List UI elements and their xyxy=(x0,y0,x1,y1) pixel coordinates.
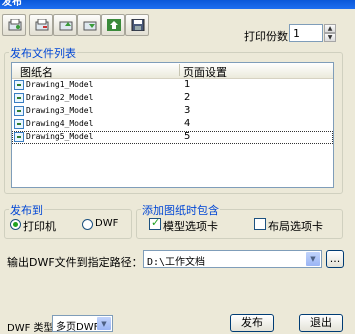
publish-button[interactable]: 发布 xyxy=(230,314,274,332)
save-list-icon xyxy=(131,19,145,31)
table-row[interactable]: Drawing4_Model 4 xyxy=(12,118,333,131)
table-row-selected[interactable]: Drawing5_Model 5 xyxy=(12,131,333,144)
dwf-type-value: 多页DWF xyxy=(56,322,100,333)
spin-down-icon[interactable]: ▼ xyxy=(324,33,336,42)
row-sheet-name: Drawing4_Model xyxy=(26,119,94,128)
radio-printer-label[interactable]: 打印机 xyxy=(23,218,56,234)
load-list-icon xyxy=(107,19,121,31)
browse-button[interactable]: ... xyxy=(326,250,344,268)
publish-list[interactable]: 图纸名 页面设置 Drawing1_Model 1 Drawing2_Model… xyxy=(11,62,334,188)
remove-drawing-button[interactable] xyxy=(29,14,53,36)
add-drawing-button[interactable] xyxy=(2,14,26,36)
row-page-setup: 1 xyxy=(184,79,191,90)
checkmark-icon: ✓ xyxy=(151,216,161,229)
radio-dwf-label[interactable]: DWF xyxy=(95,218,118,229)
radio-printer[interactable] xyxy=(10,219,21,230)
layout-tab-label[interactable]: 布局选项卡 xyxy=(268,218,323,234)
move-up-button[interactable] xyxy=(53,14,77,36)
row-page-setup: 2 xyxy=(184,92,191,103)
remove-drawing-icon xyxy=(35,19,49,31)
drawing-file-icon xyxy=(14,93,24,103)
drawing-file-icon xyxy=(14,119,24,129)
radio-selected-dot xyxy=(13,222,18,227)
output-path-value: D:\工作文档 xyxy=(147,257,206,268)
drawing-file-icon xyxy=(14,80,24,90)
table-row[interactable]: Drawing2_Model 2 xyxy=(12,92,333,105)
output-path-label: 输出DWF文件到指定路径： xyxy=(7,256,143,269)
model-tab-checkbox[interactable]: ✓ xyxy=(149,216,161,230)
row-sheet-name: Drawing1_Model xyxy=(26,80,94,89)
layout-tab-checkbox[interactable] xyxy=(254,218,266,230)
move-up-icon xyxy=(59,21,73,31)
exit-button[interactable]: 退出 xyxy=(299,314,343,332)
row-page-setup: 5 xyxy=(184,131,191,142)
column-divider[interactable] xyxy=(179,64,180,76)
dwf-type-combo[interactable]: 多页DWF ▼ xyxy=(52,315,113,333)
copies-input[interactable]: 1 xyxy=(289,24,323,42)
window-title: 发布 xyxy=(2,0,22,8)
row-sheet-name: Drawing3_Model xyxy=(26,106,94,115)
column-page-setup[interactable]: 页面设置 xyxy=(183,64,227,80)
copies-label: 打印份数 xyxy=(244,30,288,43)
add-drawing-icon xyxy=(8,19,22,31)
output-path-combo[interactable]: D:\工作文档 ▼ xyxy=(143,250,322,268)
column-sheet-name[interactable]: 图纸名 xyxy=(20,64,53,80)
row-sheet-name: Drawing5_Model xyxy=(26,132,94,141)
publish-list-label: 发布文件列表 xyxy=(9,45,77,61)
drawing-file-icon xyxy=(14,132,24,142)
model-tab-label[interactable]: 模型选项卡 xyxy=(163,218,218,234)
window-titlebar: 发布 xyxy=(0,0,355,9)
move-down-icon xyxy=(83,21,97,31)
load-list-button[interactable] xyxy=(101,14,125,36)
table-row[interactable]: Drawing1_Model 1 xyxy=(12,79,333,92)
row-page-setup: 4 xyxy=(184,118,191,129)
row-sheet-name: Drawing2_Model xyxy=(26,93,94,102)
table-row[interactable]: Drawing3_Model 3 xyxy=(12,105,333,118)
drawing-file-icon xyxy=(14,106,24,116)
move-down-button[interactable] xyxy=(77,14,101,36)
chevron-down-icon[interactable]: ▼ xyxy=(97,317,111,330)
radio-dwf[interactable] xyxy=(82,219,93,230)
chevron-down-icon[interactable]: ▼ xyxy=(306,252,320,266)
list-header: 图纸名 页面设置 xyxy=(12,63,333,79)
copies-spinner[interactable]: ▲ ▼ xyxy=(324,24,336,42)
row-page-setup: 3 xyxy=(184,105,191,116)
spin-up-icon[interactable]: ▲ xyxy=(324,24,336,33)
publish-to-label: 发布到 xyxy=(9,202,44,218)
save-list-button[interactable] xyxy=(125,14,149,36)
